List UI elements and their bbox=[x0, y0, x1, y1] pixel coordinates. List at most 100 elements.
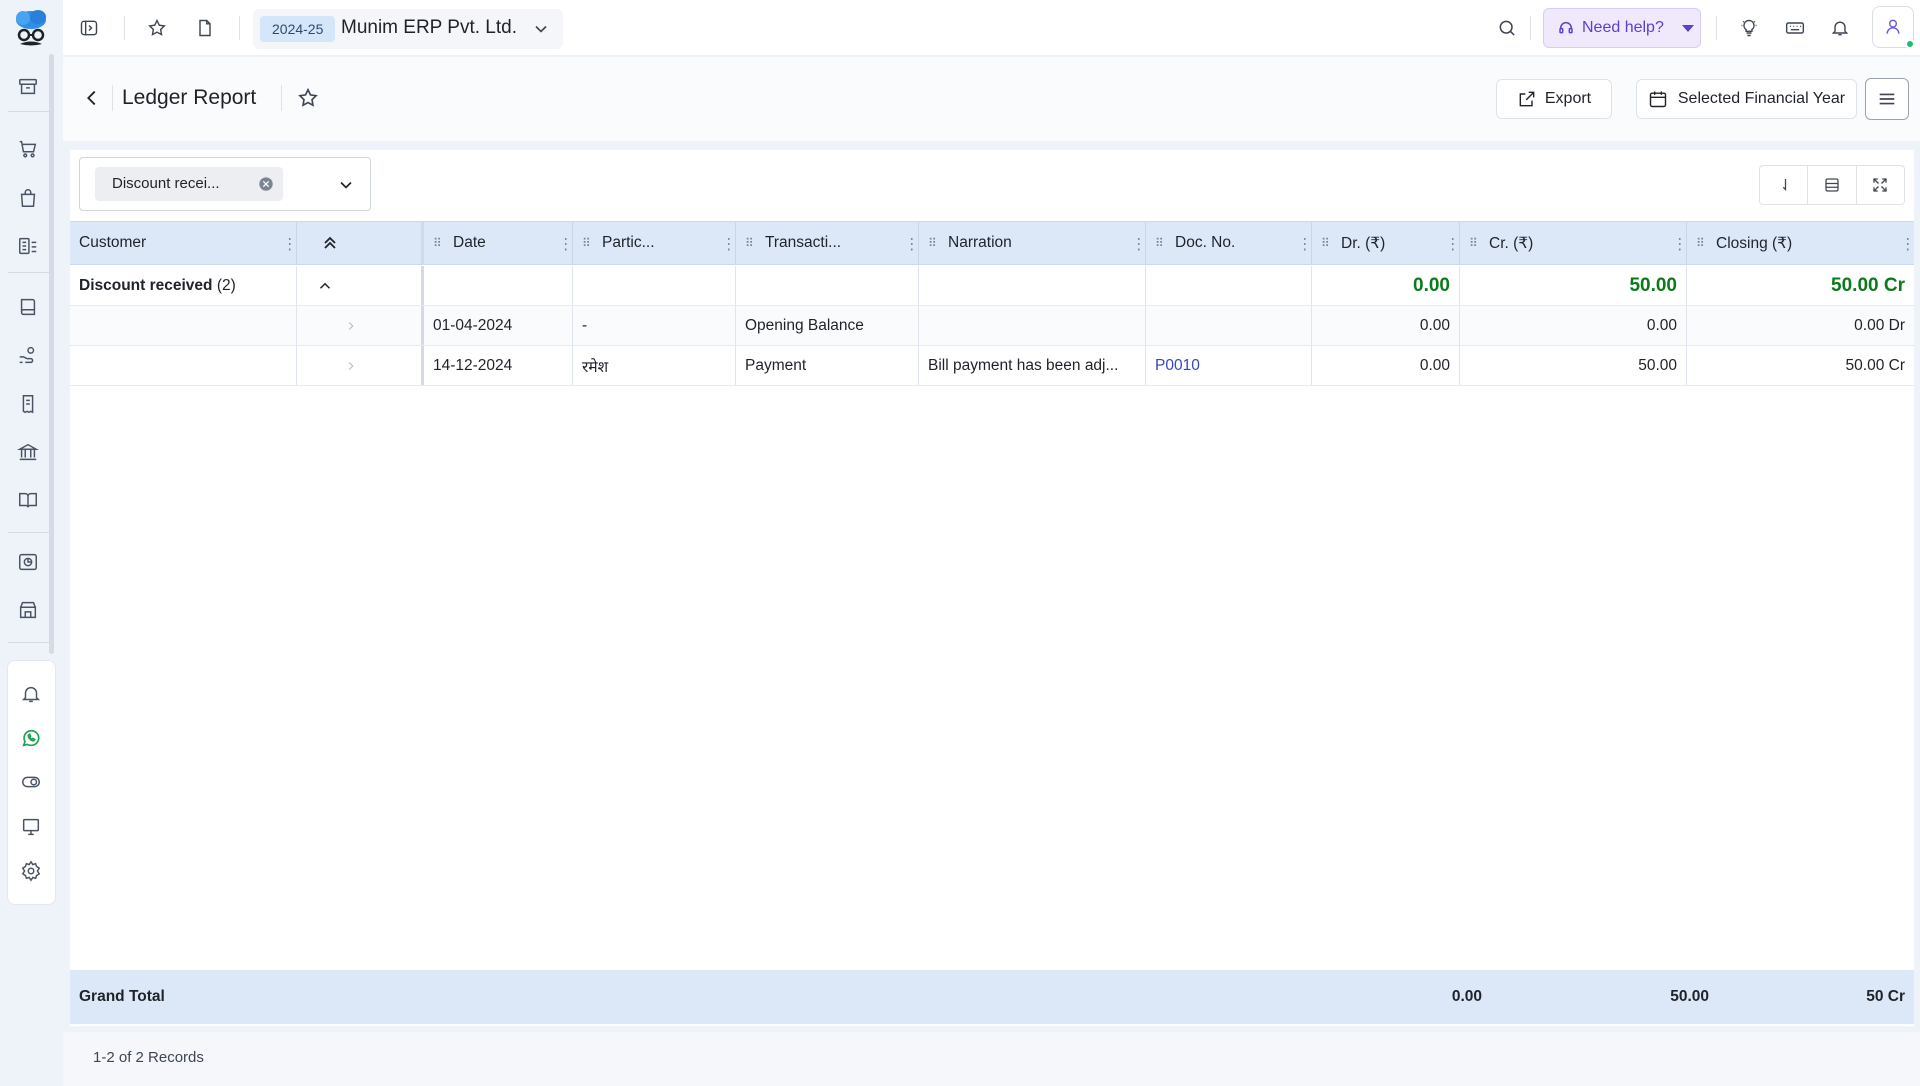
need-help-button[interactable]: Need help? bbox=[1543, 8, 1701, 48]
table-row[interactable]: 14-12-2024 रमेश Payment Bill payment has… bbox=[70, 346, 1914, 386]
drag-handle-icon[interactable]: ⠿ bbox=[1696, 237, 1708, 249]
sidebar-item-ledger[interactable] bbox=[16, 488, 40, 512]
sidebar-divider bbox=[8, 642, 50, 643]
drag-handle-icon[interactable]: ⠿ bbox=[745, 237, 757, 249]
search-icon bbox=[1499, 20, 1515, 36]
favorites-button[interactable] bbox=[145, 16, 169, 40]
sidebar-item-toggle[interactable] bbox=[19, 770, 43, 794]
table-row[interactable]: 01-04-2024 - Opening Balance 0.00 0.00 0… bbox=[70, 306, 1914, 346]
narration-cell bbox=[919, 306, 1146, 345]
column-menu-icon[interactable]: ⋮ bbox=[904, 235, 918, 254]
column-header-transaction[interactable]: ⠿ Transacti... ⋮ bbox=[736, 222, 919, 264]
row-density-button[interactable] bbox=[1808, 166, 1857, 204]
doc-no-link[interactable]: P0010 bbox=[1146, 346, 1312, 385]
customer-cell bbox=[70, 306, 297, 345]
user-avatar[interactable] bbox=[1872, 6, 1915, 49]
sort-button[interactable] bbox=[1760, 166, 1809, 204]
chevron-up-icon[interactable] bbox=[316, 277, 334, 295]
sidebar-item-receipts[interactable] bbox=[16, 392, 40, 416]
lightbulb-icon bbox=[1741, 19, 1757, 37]
financial-year-label: Selected Financial Year bbox=[1677, 90, 1846, 107]
recent-pages-button[interactable] bbox=[193, 16, 217, 40]
toggle-sidebar-button[interactable] bbox=[77, 16, 101, 40]
bank-icon bbox=[17, 443, 39, 461]
drag-handle-icon[interactable]: ⠿ bbox=[433, 237, 445, 249]
column-header-doc-no[interactable]: ⠿ Doc. No. ⋮ bbox=[1146, 222, 1312, 264]
sidebar-item-books[interactable] bbox=[16, 295, 40, 319]
export-button[interactable]: Export bbox=[1496, 79, 1612, 119]
sidebar-item-purchase[interactable] bbox=[16, 186, 40, 210]
drag-handle-icon[interactable]: ⠿ bbox=[582, 237, 594, 249]
drag-handle-icon[interactable]: ⠿ bbox=[1321, 237, 1333, 249]
column-menu-icon[interactable]: ⋮ bbox=[1445, 235, 1459, 254]
inventory-icon bbox=[19, 237, 37, 255]
drag-handle-icon[interactable]: ⠿ bbox=[1469, 237, 1481, 249]
column-menu-icon[interactable]: ⋮ bbox=[282, 235, 296, 254]
row-expand-cell[interactable] bbox=[297, 346, 424, 385]
sidebar-item-desktop[interactable] bbox=[19, 815, 43, 839]
column-header-particulars[interactable]: ⠿ Partic... ⋮ bbox=[573, 222, 736, 264]
chevron-down-icon bbox=[535, 25, 547, 33]
sidebar-item-settings[interactable] bbox=[19, 859, 43, 883]
sidebar-item-sales[interactable] bbox=[16, 137, 40, 161]
column-header-date[interactable]: ⠿ Date ⋮ bbox=[424, 222, 573, 264]
column-menu-icon[interactable]: ⋮ bbox=[558, 235, 572, 254]
sidebar-item-bank[interactable] bbox=[16, 440, 40, 464]
store-icon bbox=[19, 601, 37, 619]
drag-handle-icon[interactable]: ⠿ bbox=[1155, 237, 1167, 249]
drag-handle-icon[interactable]: ⠿ bbox=[928, 237, 940, 249]
chevron-down-icon bbox=[340, 181, 352, 189]
caret-down-icon bbox=[1681, 24, 1694, 32]
column-header-cr[interactable]: ⠿ Cr. (₹) ⋮ bbox=[1460, 222, 1687, 264]
chevron-right-icon[interactable] bbox=[344, 319, 358, 333]
keyboard-shortcuts-button[interactable] bbox=[1783, 16, 1807, 40]
doc-no-cell bbox=[1146, 306, 1312, 345]
back-arrow-icon[interactable] bbox=[81, 87, 103, 109]
notifications-button[interactable] bbox=[1828, 16, 1852, 40]
group-toggle-cell[interactable] bbox=[297, 266, 424, 305]
more-menu-button[interactable] bbox=[1865, 78, 1909, 120]
book-icon bbox=[20, 298, 36, 316]
column-header-narration[interactable]: ⠿ Narration ⋮ bbox=[919, 222, 1146, 264]
column-menu-icon[interactable]: ⋮ bbox=[1900, 235, 1914, 254]
ledger-filter-select[interactable]: Discount recei... bbox=[79, 157, 371, 211]
remove-chip-icon[interactable] bbox=[258, 176, 274, 192]
sidebar-item-whatsapp[interactable] bbox=[19, 726, 43, 750]
group-cr-total: 50.00 bbox=[1460, 266, 1687, 305]
sidebar-item-reports[interactable] bbox=[16, 550, 40, 574]
rows-icon bbox=[1825, 178, 1839, 192]
sidebar-scrollbar[interactable] bbox=[49, 54, 54, 654]
selected-financial-year-button[interactable]: Selected Financial Year bbox=[1636, 79, 1857, 119]
sidebar-item-notifications[interactable] bbox=[19, 682, 43, 706]
row-expand-cell[interactable] bbox=[297, 306, 424, 345]
sidebar-item-store[interactable] bbox=[16, 598, 40, 622]
column-menu-icon[interactable]: ⋮ bbox=[1131, 235, 1145, 254]
column-header-closing[interactable]: ⠿ Closing (₹) ⋮ bbox=[1687, 222, 1914, 264]
column-menu-icon[interactable]: ⋮ bbox=[1297, 235, 1311, 254]
expand-icon bbox=[1873, 178, 1887, 192]
sidebar-item-payments[interactable] bbox=[16, 343, 40, 367]
toolbar-divider bbox=[124, 16, 125, 40]
chevron-right-icon[interactable] bbox=[344, 359, 358, 373]
group-count: (2) bbox=[216, 276, 236, 294]
star-icon[interactable] bbox=[297, 87, 319, 109]
column-header-customer[interactable]: Customer ⋮ bbox=[70, 222, 297, 264]
page-header: Ledger Report Export Selected Financial … bbox=[63, 57, 1920, 141]
double-chevron-up-icon bbox=[324, 236, 336, 249]
column-label: Date bbox=[453, 234, 486, 251]
sidebar-item-inventory[interactable] bbox=[16, 234, 40, 258]
sidebar-item-archive[interactable] bbox=[16, 75, 40, 99]
calendar-icon bbox=[1649, 91, 1667, 108]
column-menu-icon[interactable]: ⋮ bbox=[721, 235, 735, 254]
group-narration-cell bbox=[919, 266, 1146, 305]
company-selector[interactable]: 2024-25 Munim ERP Pvt. Ltd. bbox=[253, 9, 563, 49]
fullscreen-button[interactable] bbox=[1857, 166, 1904, 204]
app-logo-icon[interactable] bbox=[11, 8, 51, 50]
group-row[interactable]: Discount received (2) 0.00 50.00 50.00 C… bbox=[70, 266, 1914, 306]
column-menu-icon[interactable]: ⋮ bbox=[1672, 235, 1686, 254]
column-header-dr[interactable]: ⠿ Dr. (₹) ⋮ bbox=[1312, 222, 1460, 264]
whats-new-button[interactable] bbox=[1737, 16, 1761, 40]
search-button[interactable] bbox=[1495, 16, 1519, 40]
filter-chip-label: Discount recei... bbox=[112, 175, 220, 192]
collapse-all-groups[interactable] bbox=[297, 222, 424, 264]
